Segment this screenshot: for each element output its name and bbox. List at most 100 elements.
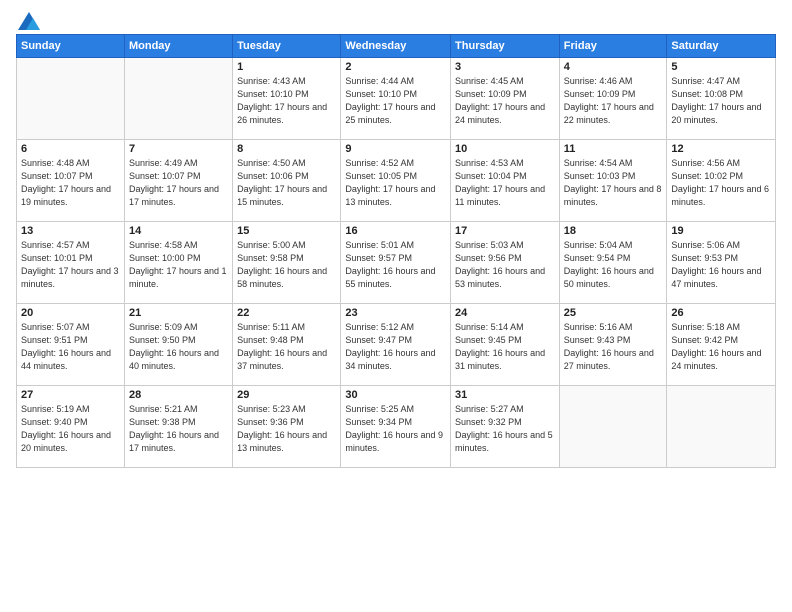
calendar-day-cell: 20 Sunrise: 5:07 AM Sunset: 9:51 PM Dayli…	[17, 304, 125, 386]
day-info: Sunrise: 4:56 AM Sunset: 10:02 PM Daylig…	[671, 157, 771, 209]
day-number: 25	[564, 307, 663, 319]
day-info: Sunrise: 5:09 AM Sunset: 9:50 PM Dayligh…	[129, 321, 228, 373]
calendar-week-row: 20 Sunrise: 5:07 AM Sunset: 9:51 PM Dayli…	[17, 304, 776, 386]
day-info: Sunrise: 5:14 AM Sunset: 9:45 PM Dayligh…	[455, 321, 555, 373]
calendar-day-cell: 10 Sunrise: 4:53 AM Sunset: 10:04 PM Dayl…	[451, 140, 560, 222]
day-info: Sunrise: 5:03 AM Sunset: 9:56 PM Dayligh…	[455, 239, 555, 291]
calendar-day-cell: 4Sunrise: 4:46 AM Sunset: 10:09 PM Dayli…	[559, 58, 667, 140]
day-number: 1	[237, 61, 336, 73]
calendar-day-cell: 31 Sunrise: 5:27 AM Sunset: 9:32 PM Dayli…	[451, 386, 560, 468]
calendar: SundayMondayTuesdayWednesdayThursdayFrid…	[16, 34, 776, 468]
day-info: Sunrise: 4:54 AM Sunset: 10:03 PM Daylig…	[564, 157, 663, 209]
calendar-day-cell: 18 Sunrise: 5:04 AM Sunset: 9:54 PM Dayli…	[559, 222, 667, 304]
calendar-day-cell: 28Sunrise: 5:21 AM Sunset: 9:38 PM Dayli…	[124, 386, 232, 468]
day-number: 20	[21, 307, 120, 319]
calendar-day-cell: 12 Sunrise: 4:56 AM Sunset: 10:02 PM Dayl…	[667, 140, 776, 222]
calendar-day-cell: 7Sunrise: 4:49 AM Sunset: 10:07 PM Dayli…	[124, 140, 232, 222]
day-info: Sunrise: 5:04 AM Sunset: 9:54 PM Dayligh…	[564, 239, 663, 291]
calendar-week-row: 27 Sunrise: 5:19 AM Sunset: 9:40 PM Dayli…	[17, 386, 776, 468]
calendar-day-cell: 15Sunrise: 5:00 AM Sunset: 9:58 PM Dayli…	[233, 222, 341, 304]
day-info: Sunrise: 4:52 AM Sunset: 10:05 PM Daylig…	[345, 157, 446, 209]
day-info: Sunrise: 5:00 AM Sunset: 9:58 PM Dayligh…	[237, 239, 336, 291]
day-of-week-header: Thursday	[451, 35, 560, 58]
day-number: 18	[564, 225, 663, 237]
calendar-header-row: SundayMondayTuesdayWednesdayThursdayFrid…	[17, 35, 776, 58]
calendar-day-cell: 6 Sunrise: 4:48 AM Sunset: 10:07 PM Dayli…	[17, 140, 125, 222]
day-info: Sunrise: 5:01 AM Sunset: 9:57 PM Dayligh…	[345, 239, 446, 291]
day-info: Sunrise: 5:12 AM Sunset: 9:47 PM Dayligh…	[345, 321, 446, 373]
day-number: 10	[455, 143, 555, 155]
day-number: 21	[129, 307, 228, 319]
calendar-day-cell: 24 Sunrise: 5:14 AM Sunset: 9:45 PM Dayli…	[451, 304, 560, 386]
day-number: 29	[237, 389, 336, 401]
calendar-day-cell: 1 Sunrise: 4:43 AM Sunset: 10:10 PM Dayli…	[233, 58, 341, 140]
day-of-week-header: Wednesday	[341, 35, 451, 58]
calendar-day-cell: 30 Sunrise: 5:25 AM Sunset: 9:34 PM Dayli…	[341, 386, 451, 468]
calendar-day-cell: 8 Sunrise: 4:50 AM Sunset: 10:06 PM Dayli…	[233, 140, 341, 222]
calendar-day-cell	[124, 58, 232, 140]
page: SundayMondayTuesdayWednesdayThursdayFrid…	[0, 0, 792, 612]
calendar-day-cell: 5 Sunrise: 4:47 AM Sunset: 10:08 PM Dayli…	[667, 58, 776, 140]
calendar-day-cell: 27 Sunrise: 5:19 AM Sunset: 9:40 PM Dayli…	[17, 386, 125, 468]
calendar-week-row: 13 Sunrise: 4:57 AM Sunset: 10:01 PM Dayl…	[17, 222, 776, 304]
day-number: 4	[564, 61, 663, 73]
calendar-day-cell: 2Sunrise: 4:44 AM Sunset: 10:10 PM Dayli…	[341, 58, 451, 140]
day-info: Sunrise: 4:47 AM Sunset: 10:08 PM Daylig…	[671, 75, 771, 127]
calendar-day-cell: 14 Sunrise: 4:58 AM Sunset: 10:00 PM Dayl…	[124, 222, 232, 304]
day-number: 7	[129, 143, 228, 155]
day-info: Sunrise: 5:21 AM Sunset: 9:38 PM Dayligh…	[129, 403, 228, 455]
day-info: Sunrise: 5:07 AM Sunset: 9:51 PM Dayligh…	[21, 321, 120, 373]
day-number: 31	[455, 389, 555, 401]
calendar-day-cell: 26Sunrise: 5:18 AM Sunset: 9:42 PM Dayli…	[667, 304, 776, 386]
day-info: Sunrise: 4:58 AM Sunset: 10:00 PM Daylig…	[129, 239, 228, 291]
logo	[16, 12, 40, 26]
day-number: 3	[455, 61, 555, 73]
day-info: Sunrise: 4:57 AM Sunset: 10:01 PM Daylig…	[21, 239, 120, 291]
day-number: 13	[21, 225, 120, 237]
day-number: 5	[671, 61, 771, 73]
day-info: Sunrise: 5:25 AM Sunset: 9:34 PM Dayligh…	[345, 403, 446, 455]
day-info: Sunrise: 4:44 AM Sunset: 10:10 PM Daylig…	[345, 75, 446, 127]
day-number: 30	[345, 389, 446, 401]
header	[16, 12, 776, 26]
day-info: Sunrise: 5:18 AM Sunset: 9:42 PM Dayligh…	[671, 321, 771, 373]
day-of-week-header: Sunday	[17, 35, 125, 58]
day-info: Sunrise: 4:48 AM Sunset: 10:07 PM Daylig…	[21, 157, 120, 209]
calendar-day-cell: 9 Sunrise: 4:52 AM Sunset: 10:05 PM Dayli…	[341, 140, 451, 222]
day-info: Sunrise: 4:50 AM Sunset: 10:06 PM Daylig…	[237, 157, 336, 209]
calendar-day-cell: 17Sunrise: 5:03 AM Sunset: 9:56 PM Dayli…	[451, 222, 560, 304]
day-number: 23	[345, 307, 446, 319]
day-info: Sunrise: 5:06 AM Sunset: 9:53 PM Dayligh…	[671, 239, 771, 291]
day-number: 22	[237, 307, 336, 319]
calendar-day-cell: 16 Sunrise: 5:01 AM Sunset: 9:57 PM Dayli…	[341, 222, 451, 304]
day-number: 8	[237, 143, 336, 155]
calendar-day-cell: 22 Sunrise: 5:11 AM Sunset: 9:48 PM Dayli…	[233, 304, 341, 386]
day-info: Sunrise: 5:16 AM Sunset: 9:43 PM Dayligh…	[564, 321, 663, 373]
day-info: Sunrise: 5:11 AM Sunset: 9:48 PM Dayligh…	[237, 321, 336, 373]
calendar-day-cell: 23 Sunrise: 5:12 AM Sunset: 9:47 PM Dayli…	[341, 304, 451, 386]
calendar-week-row: 1 Sunrise: 4:43 AM Sunset: 10:10 PM Dayli…	[17, 58, 776, 140]
day-number: 9	[345, 143, 446, 155]
logo-icon	[18, 12, 40, 30]
calendar-day-cell: 3Sunrise: 4:45 AM Sunset: 10:09 PM Dayli…	[451, 58, 560, 140]
day-info: Sunrise: 5:19 AM Sunset: 9:40 PM Dayligh…	[21, 403, 120, 455]
day-number: 16	[345, 225, 446, 237]
day-of-week-header: Friday	[559, 35, 667, 58]
day-number: 14	[129, 225, 228, 237]
day-info: Sunrise: 4:43 AM Sunset: 10:10 PM Daylig…	[237, 75, 336, 127]
day-info: Sunrise: 4:53 AM Sunset: 10:04 PM Daylig…	[455, 157, 555, 209]
calendar-day-cell: 21 Sunrise: 5:09 AM Sunset: 9:50 PM Dayli…	[124, 304, 232, 386]
day-number: 24	[455, 307, 555, 319]
calendar-day-cell: 29 Sunrise: 5:23 AM Sunset: 9:36 PM Dayli…	[233, 386, 341, 468]
calendar-week-row: 6 Sunrise: 4:48 AM Sunset: 10:07 PM Dayli…	[17, 140, 776, 222]
calendar-day-cell: 19Sunrise: 5:06 AM Sunset: 9:53 PM Dayli…	[667, 222, 776, 304]
calendar-day-cell	[667, 386, 776, 468]
day-number: 27	[21, 389, 120, 401]
day-info: Sunrise: 5:27 AM Sunset: 9:32 PM Dayligh…	[455, 403, 555, 455]
day-number: 6	[21, 143, 120, 155]
day-number: 12	[671, 143, 771, 155]
calendar-day-cell: 25 Sunrise: 5:16 AM Sunset: 9:43 PM Dayli…	[559, 304, 667, 386]
day-info: Sunrise: 5:23 AM Sunset: 9:36 PM Dayligh…	[237, 403, 336, 455]
day-of-week-header: Monday	[124, 35, 232, 58]
day-of-week-header: Tuesday	[233, 35, 341, 58]
